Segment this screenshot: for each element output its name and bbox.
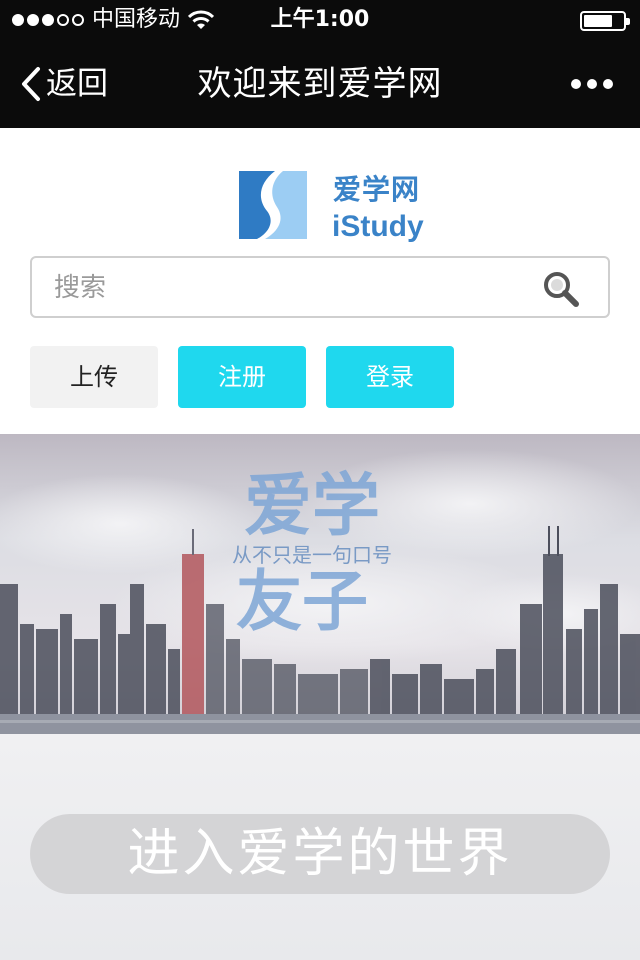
logo-name-en: iStudy — [332, 210, 424, 243]
register-button[interactable]: 注册 — [178, 346, 306, 408]
page-title: 欢迎来到爱学网 — [197, 64, 443, 104]
search-bar — [30, 256, 610, 318]
status-bar: 中国移动 上午1:00 — [0, 0, 640, 40]
banner-title-bottom: 友子 — [236, 563, 368, 640]
bottom-area: 进入爱学的世界 — [0, 734, 640, 960]
navigation-bar: 返回 欢迎来到爱学网 — [0, 40, 640, 128]
logo-mark-icon — [239, 171, 307, 239]
search-icon[interactable] — [542, 270, 580, 308]
site-logo: 爱学网 iStudy — [235, 166, 435, 246]
upload-button[interactable]: 上传 — [30, 346, 158, 408]
search-input[interactable] — [54, 268, 534, 308]
login-button[interactable]: 登录 — [326, 346, 454, 408]
enter-world-button[interactable]: 进入爱学的世界 — [30, 814, 610, 894]
more-options-icon[interactable] — [570, 74, 614, 94]
logo-name-cn: 爱学网 — [333, 173, 421, 206]
city-skyline-image: 爱学 从不只是一句口号 友子 — [0, 434, 640, 734]
clock: 上午1:00 — [270, 7, 370, 32]
promo-banner[interactable]: 爱学 从不只是一句口号 友子 — [0, 434, 640, 734]
banner-title-top: 爱学 — [244, 467, 380, 546]
battery-icon — [580, 11, 630, 31]
